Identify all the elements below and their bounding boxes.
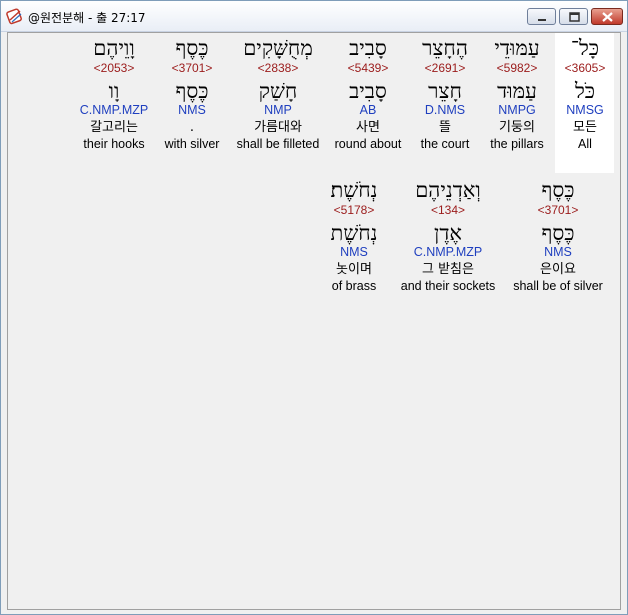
minimize-icon — [538, 19, 546, 21]
strong-number[interactable]: <5439> — [322, 61, 414, 77]
english-gloss: and their sockets — [400, 279, 496, 293]
strong-number[interactable]: <2053> — [68, 61, 160, 77]
english-gloss: round about — [334, 137, 402, 151]
minimize-button[interactable] — [527, 8, 556, 25]
hebrew-word: סָבִיב — [349, 36, 387, 60]
lexical-form: סָבִיב — [349, 79, 387, 103]
parsing-code: C.NMP.MZP — [413, 245, 483, 259]
lexical-form: חָשַׁק — [258, 79, 298, 103]
strong-number[interactable]: <2838> — [231, 61, 325, 77]
lexical-form: וָו — [108, 79, 120, 103]
korean-gloss: 은이요 — [540, 262, 576, 277]
window-title: @원전분해 - 출 27:17 — [28, 11, 146, 25]
english-gloss: shall be filleted — [236, 137, 320, 151]
lexical-form: אֶדֶן — [433, 221, 463, 245]
parsing-code: AB — [359, 103, 377, 117]
close-icon — [602, 12, 613, 22]
korean-gloss: 가름대와 — [254, 120, 302, 135]
strong-number[interactable]: <134> — [395, 203, 501, 219]
korean-gloss: 사면 — [356, 120, 380, 135]
maximize-icon — [569, 12, 580, 22]
parsing-code: NMS — [340, 245, 368, 259]
korean-gloss: 갈고리는 — [90, 120, 138, 135]
word-item[interactable]: וָוֵיהֶם <2053> וָו C.NMP.MZP 갈고리는 their… — [68, 35, 160, 152]
word-item[interactable]: וְאַדְנֵיהֶם <134> אֶדֶן C.NMP.MZP 그 받침은… — [395, 177, 501, 294]
strong-number[interactable]: <5178> — [308, 203, 400, 219]
korean-gloss: 그 받침은 — [422, 262, 474, 277]
title-bar[interactable]: @원전분해 - 출 27:17 — [1, 1, 627, 32]
english-gloss: their hooks — [83, 137, 145, 151]
parsing-code: NMP — [264, 103, 292, 117]
hebrew-word: נְחֹשֶׁת׃ — [330, 178, 378, 202]
interlinear-view[interactable]: כָּל־ <3605> כֹּל NMSG 모든 All עַמּוּדֵי … — [7, 32, 621, 610]
parsing-code: NMS — [544, 245, 572, 259]
scroll-app-icon[interactable] — [6, 7, 24, 25]
english-gloss: of brass — [331, 279, 377, 293]
hebrew-word: מְחֻשָּׁקִים — [243, 36, 313, 60]
maximize-button[interactable] — [559, 8, 588, 25]
english-gloss: shall be of silver — [513, 279, 603, 293]
hebrew-word: וָוֵיהֶם — [93, 36, 135, 60]
app-window: @원전분해 - 출 27:17 כָּל־ <3605> כֹּל NMSG 모… — [0, 0, 628, 615]
word-item[interactable]: סָבִיב <5439> סָבִיב AB 사면 round about — [322, 35, 414, 152]
lexical-form: כֶּסֶף — [541, 221, 575, 245]
parsing-code: C.NMP.MZP — [79, 103, 149, 117]
close-button[interactable] — [591, 8, 623, 25]
strong-number[interactable]: <3701> — [512, 203, 604, 219]
word-item[interactable]: כֶּסֶף <3701> כֶּסֶף NMS 은이요 shall be of… — [512, 177, 604, 294]
word-item[interactable]: נְחֹשֶׁת׃ <5178> נְחֹשֶׁת NMS 놋이며 of bra… — [308, 177, 400, 294]
hebrew-word: וְאַדְנֵיהֶם — [415, 178, 481, 202]
korean-gloss: 놋이며 — [336, 262, 372, 277]
word-item[interactable]: מְחֻשָּׁקִים <2838> חָשַׁק NMP 가름대와 shal… — [231, 35, 325, 152]
lexical-form: נְחֹשֶׁת — [330, 221, 378, 245]
hebrew-word: כֶּסֶף — [541, 178, 575, 202]
